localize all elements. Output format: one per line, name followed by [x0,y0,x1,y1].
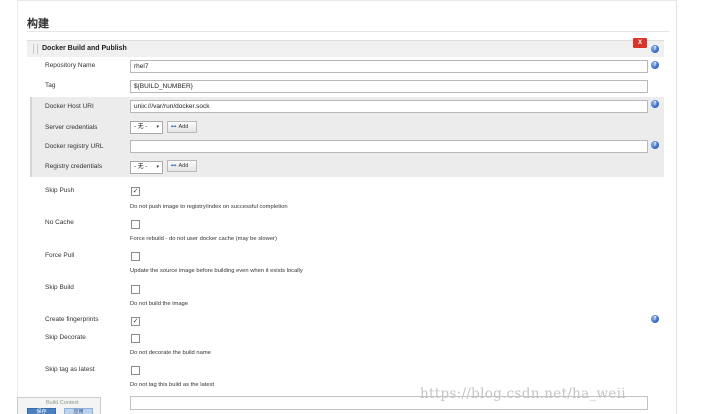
skip-build-checkbox[interactable] [131,285,140,294]
apply-button[interactable]: 应用 [64,408,93,414]
skip-tag-latest-description: Do not tag this build as the latest [130,382,215,388]
drag-handle[interactable] [33,44,38,54]
key-icon: ⊷ [171,163,177,169]
docker-registry-url-input[interactable] [130,140,648,153]
repository-name-label: Repository Name [45,62,96,69]
create-fingerprints-checkbox[interactable]: ✓ [131,317,140,326]
build-context-label: Build Context [46,400,79,406]
jenkins-config-page: 构建 Docker Build and Publish X ? Reposito… [0,0,721,414]
force-pull-description: Update the source image before building … [130,268,303,274]
skip-build-label: Skip Build [45,284,74,291]
server-credentials-add-button[interactable]: ⊷ Add [167,121,197,133]
server-credentials-select[interactable]: - 无 - ▾ [130,121,163,134]
top-divider [17,0,677,1]
builder-header[interactable]: Docker Build and Publish [27,40,664,57]
registry-credentials-add-button[interactable]: ⊷ Add [167,160,197,172]
chevron-down-icon: ▾ [156,124,159,130]
docker-host-uri-help-icon[interactable]: ? [651,100,659,108]
registry-credentials-label: Registry credentials [45,163,103,170]
builder-title: Docker Build and Publish [42,45,127,52]
watermark-url: https://blog.csdn.net/ha_weii [420,386,626,402]
registry-credentials-select[interactable]: - 无 - ▾ [130,161,163,174]
skip-tag-latest-checkbox[interactable] [131,366,140,375]
tag-label: Tag [45,82,56,89]
create-fingerprints-help-icon[interactable]: ? [651,315,659,323]
registry-credentials-value: - 无 - [134,164,148,170]
repository-name-help-icon[interactable]: ? [651,61,659,69]
tag-input[interactable] [130,80,648,93]
add-button-label: Add [178,124,189,130]
skip-push-label: Skip Push [45,187,75,194]
skip-decorate-description: Do not decorate the build name [130,350,211,356]
docker-registry-url-label: Docker registry URL [45,143,104,150]
skip-decorate-label: Skip Decorate [45,334,86,341]
builder-help-icon[interactable]: ? [651,45,659,53]
no-cache-description: Force rebuild - do not user docker cache… [130,236,277,242]
server-credentials-value: - 无 - [134,124,148,130]
bottom-button-bar: Build Context 保存 应用 [17,397,101,414]
force-pull-checkbox[interactable] [131,252,140,261]
group-edge [30,97,32,177]
docker-host-uri-label: Docker Host URI [45,103,94,110]
delete-builder-button[interactable]: X [633,38,647,48]
skip-push-description: Do not push image to registry/index on s… [130,204,288,210]
force-pull-label: Force Pull [45,252,75,259]
section-divider [27,31,669,32]
save-button[interactable]: 保存 [27,408,56,414]
add-button-label: Add [178,163,189,169]
section-title: 构建 [27,17,49,30]
no-cache-label: No Cache [45,219,74,226]
key-icon: ⊷ [171,124,177,130]
no-cache-checkbox[interactable] [131,220,140,229]
docker-host-uri-input[interactable] [130,100,648,113]
chevron-down-icon: ▾ [156,164,159,170]
skip-push-checkbox[interactable]: ✓ [131,187,140,196]
server-credentials-label: Server credentials [45,124,98,131]
create-fingerprints-label: Create fingerprints [45,316,99,323]
docker-registry-url-help-icon[interactable]: ? [651,141,659,149]
repository-name-input[interactable] [130,60,648,73]
skip-build-description: Do not build the image [130,301,189,307]
skip-tag-latest-label: Skip tag as latest [45,366,95,373]
skip-decorate-checkbox[interactable] [131,334,140,343]
